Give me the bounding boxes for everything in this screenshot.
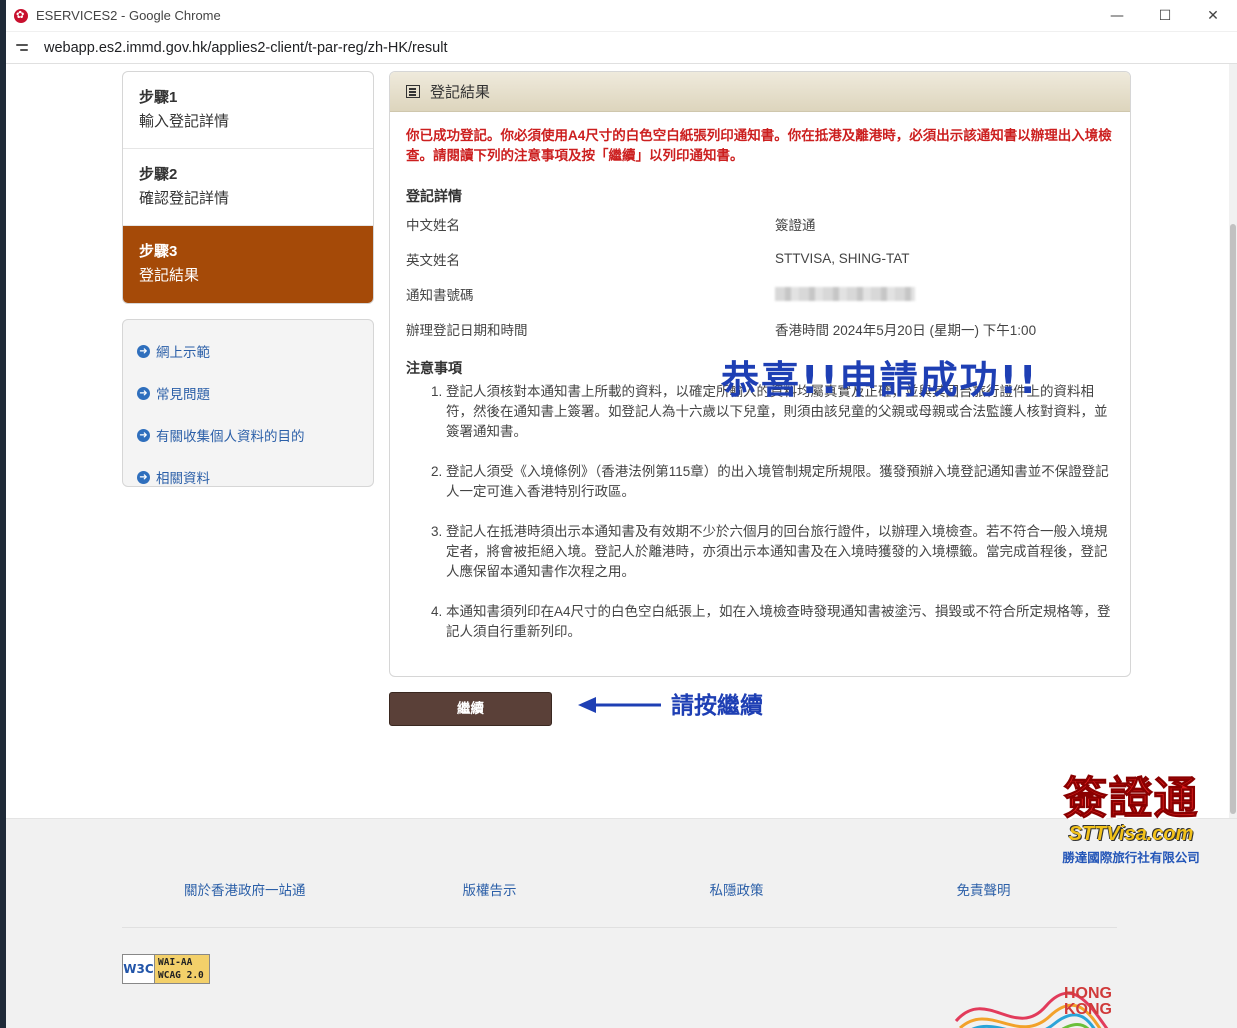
redacted-notice-number bbox=[775, 286, 915, 301]
link-related-info[interactable]: ➜ 相關資料 bbox=[137, 456, 359, 498]
link-label[interactable]: 相關資料 bbox=[156, 467, 210, 487]
press-continue-annotation: 請按繼續 bbox=[671, 693, 763, 719]
footer-links: 關於香港政府一站通 版權告示 私隱政策 免責聲明 bbox=[122, 879, 1062, 899]
footer-link-privacy[interactable]: 私隱政策 bbox=[710, 879, 764, 899]
note-item: 登記人在抵港時須出示本通知書及有效期不少於六個月的回台旅行證件，以辦理入境檢查。… bbox=[446, 522, 1114, 582]
page-viewport: 步驟1 輸入登記詳情 步驟2 確認登記詳情 步驟3 登記結果 ➜ 網上示範 ➜ 常見… bbox=[6, 64, 1237, 1028]
hk-wordmark: HONG KONG bbox=[1064, 986, 1112, 1018]
wcag-line1: WAI-AA bbox=[158, 957, 193, 968]
detail-row: 通知書號碼 bbox=[406, 276, 1114, 311]
note-item: 本通知書須列印在A4尺寸的白色空白紙張上，如在入境檢查時發現通知書被塗污、損毀或… bbox=[446, 602, 1114, 642]
arrow-right-icon: ➜ bbox=[137, 470, 150, 484]
panel-title: 登記結果 bbox=[430, 84, 491, 101]
footer-divider bbox=[122, 927, 1117, 928]
scrollbar[interactable] bbox=[1229, 64, 1237, 818]
footer-link-about[interactable]: 關於香港政府一站通 bbox=[184, 879, 306, 899]
window-title: ESERVICES2 - Google Chrome bbox=[36, 8, 221, 23]
detail-label: 英文姓名 bbox=[406, 252, 460, 268]
maximize-button[interactable]: ☐ bbox=[1141, 0, 1189, 32]
detail-row: 英文姓名 STTVISA, SHING-TAT bbox=[406, 241, 1114, 276]
notes-list: 登記人須核對本通知書上所載的資料，以確定所輸入的資料均屬真實及正確，並與其回台旅… bbox=[406, 382, 1114, 642]
url-text[interactable]: webapp.es2.immd.gov.hk/applies2-client/t… bbox=[44, 40, 448, 56]
wcag-label: WAI-AA WCAG 2.0 bbox=[155, 955, 209, 983]
step-number: 步驟2 bbox=[139, 166, 178, 183]
detail-value: 簽證通 bbox=[775, 217, 816, 233]
detail-row: 中文姓名 簽證通 bbox=[406, 206, 1114, 241]
sttvisa-logo-domain: STTVisa.com bbox=[1068, 823, 1194, 845]
link-online-demo[interactable]: ➜ 網上示範 bbox=[137, 330, 359, 372]
side-links: ➜ 網上示範 ➜ 常見問題 ➜ 有關收集個人資料的目的 ➜ 相關資料 bbox=[122, 319, 374, 487]
step-number: 步驟3 bbox=[139, 243, 178, 260]
link-label[interactable]: 常見問題 bbox=[156, 383, 210, 403]
footer-link-disclaimer[interactable]: 免責聲明 bbox=[957, 879, 1011, 899]
step-3-active: 步驟3 登記結果 bbox=[123, 226, 373, 303]
footer-link-copyright[interactable]: 版權告示 bbox=[463, 879, 517, 899]
continue-button[interactable]: 繼續 bbox=[389, 692, 552, 726]
close-button[interactable]: ✕ bbox=[1189, 0, 1237, 32]
scrollbar-thumb[interactable] bbox=[1230, 224, 1236, 814]
link-label[interactable]: 網上示範 bbox=[156, 341, 210, 361]
brand-hong-kong-logo: HONG KONG bbox=[946, 946, 1126, 1028]
note-item: 登記人須受《入境條例》（香港法例第115章）的出入境管制規定所規限。獲發預辦入境… bbox=[446, 462, 1114, 502]
step-number: 步驟1 bbox=[139, 89, 178, 106]
list-icon bbox=[406, 85, 420, 98]
arrow-right-icon: ➜ bbox=[137, 386, 150, 400]
detail-label: 通知書號碼 bbox=[406, 287, 474, 303]
step-1: 步驟1 輸入登記詳情 bbox=[123, 72, 373, 149]
address-bar[interactable]: webapp.es2.immd.gov.hk/applies2-client/t… bbox=[6, 32, 1237, 64]
link-faq[interactable]: ➜ 常見問題 bbox=[137, 372, 359, 414]
hk-line1: HONG bbox=[1064, 985, 1112, 1002]
congrats-overlay-text: 恭喜!!申請成功!! bbox=[721, 358, 1039, 402]
detail-value: STTVISA, SHING-TAT bbox=[775, 251, 910, 266]
minimize-button[interactable]: — bbox=[1093, 0, 1141, 32]
details-title: 登記詳情 bbox=[406, 188, 462, 204]
sttvisa-logo-chinese: 簽證通 bbox=[1063, 773, 1199, 824]
site-info-icon[interactable] bbox=[16, 40, 32, 56]
arrow-right-icon: ➜ bbox=[137, 428, 150, 442]
step-label: 確認登記詳情 bbox=[139, 190, 230, 207]
link-label[interactable]: 有關收集個人資料的目的 bbox=[156, 425, 305, 445]
detail-label: 中文姓名 bbox=[406, 217, 460, 233]
arrow-right-icon: ➜ bbox=[137, 344, 150, 358]
steps-panel: 步驟1 輸入登記詳情 步驟2 確認登記詳情 步驟3 登記結果 bbox=[122, 71, 374, 304]
step-label: 輸入登記詳情 bbox=[139, 113, 230, 130]
w3c-logo: W3C bbox=[123, 955, 155, 983]
browser-window: ESERVICES2 - Google Chrome — ☐ ✕ webapp.… bbox=[0, 0, 1237, 1028]
sttvisa-logo-company: 勝達國際旅行社有限公司 bbox=[1062, 850, 1200, 865]
w3c-wcag-badge[interactable]: W3C WAI-AA WCAG 2.0 bbox=[122, 954, 210, 984]
detail-row: 辦理登記日期和時間 香港時間 2024年5月20日 (星期一) 下午1:00 bbox=[406, 311, 1114, 346]
step-2: 步驟2 確認登記詳情 bbox=[123, 149, 373, 226]
sttvisa-watermark-logo: 簽證通 STTVisa.com 勝達國際旅行社有限公司 bbox=[1046, 773, 1216, 866]
step-label: 登記結果 bbox=[139, 267, 200, 284]
detail-value: 香港時間 2024年5月20日 (星期一) 下午1:00 bbox=[775, 322, 1037, 338]
title-bar: ESERVICES2 - Google Chrome — ☐ ✕ bbox=[6, 0, 1237, 32]
panel-header: 登記結果 bbox=[390, 72, 1130, 112]
wcag-line2: WCAG 2.0 bbox=[158, 970, 204, 981]
success-alert: 你已成功登記。你必須使用A4尺寸的白色空白紙張列印通知書。你在抵港及離港時，必須… bbox=[406, 128, 1112, 163]
hk-line2: KONG bbox=[1064, 1001, 1112, 1018]
arrow-left-icon bbox=[578, 697, 661, 713]
detail-label: 辦理登記日期和時間 bbox=[406, 322, 528, 338]
link-privacy-purpose[interactable]: ➜ 有關收集個人資料的目的 bbox=[137, 414, 359, 456]
hksar-emblem-icon bbox=[14, 8, 28, 23]
